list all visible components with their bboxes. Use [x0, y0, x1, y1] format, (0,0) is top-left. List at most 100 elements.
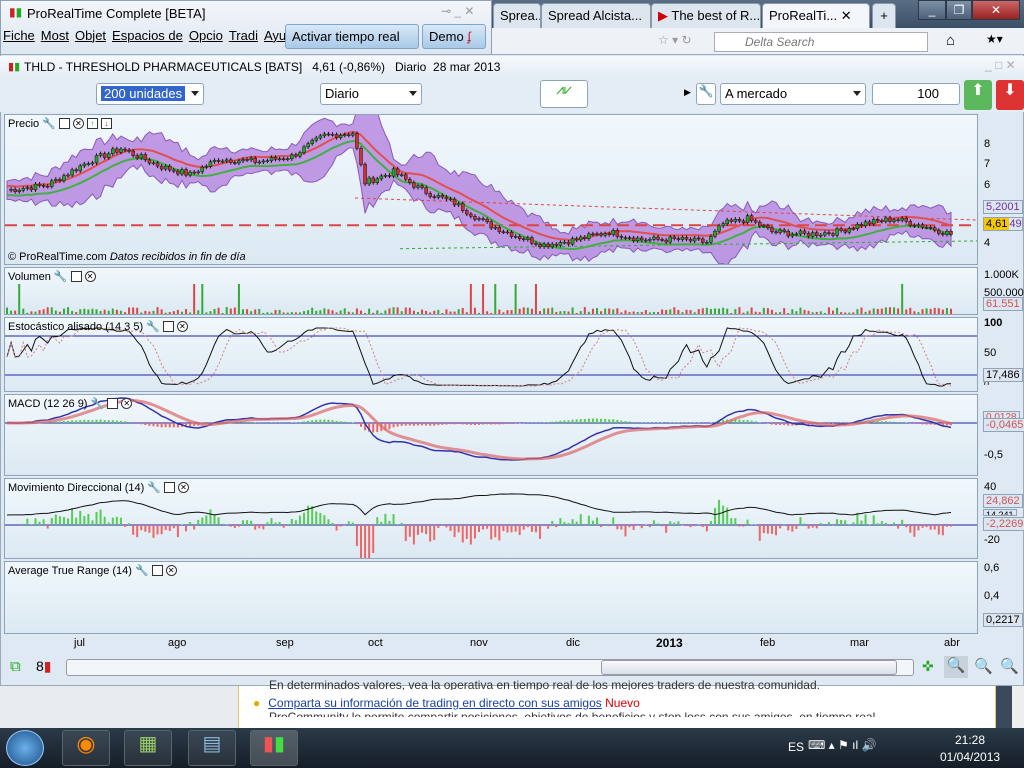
volume-panel[interactable]: Volumen 🔧 ✕: [4, 267, 978, 315]
sell-button[interactable]: ⬇: [996, 80, 1024, 110]
volume-bar: [124, 312, 126, 314]
start-button[interactable]: [6, 730, 44, 766]
zoom-out-icon[interactable]: 🔍: [974, 657, 993, 675]
timeframe-select[interactable]: Diario: [320, 83, 422, 105]
maximize-button[interactable]: ❐: [946, 0, 972, 20]
close-icon[interactable]: ✕: [72, 118, 84, 129]
volume-bar: [364, 312, 367, 314]
buy-button[interactable]: ⬆: [964, 80, 992, 110]
firefox-taskbar-icon[interactable]: ◉: [62, 730, 110, 766]
menu-fichero[interactable]: Fiche: [0, 24, 38, 47]
web-link[interactable]: Comparta su información de trading en di…: [268, 696, 602, 710]
wrench-icon[interactable]: 🔧: [135, 564, 149, 577]
menu-trading[interactable]: Tradi: [226, 24, 261, 47]
candle: [253, 157, 257, 163]
close-icon[interactable]: ✕: [176, 321, 188, 332]
dmi-panel[interactable]: Movimiento Direccional (14) 🔧 ✕: [4, 478, 978, 559]
candle: [819, 234, 823, 237]
volume-bar: [608, 308, 611, 314]
candle: [941, 233, 945, 235]
horizontal-scrollbar[interactable]: [66, 659, 914, 676]
close-icon[interactable]: ✕: [84, 271, 96, 282]
arrow-up-icon[interactable]: ↑: [86, 118, 98, 129]
zoom-in-icon[interactable]: 🔍: [1000, 657, 1019, 675]
candle: [94, 155, 99, 164]
wrench-icon[interactable]: 🔧: [146, 320, 160, 333]
window-icon[interactable]: [70, 271, 82, 282]
volume-bar: [457, 309, 460, 314]
language-indicator[interactable]: ES: [788, 740, 804, 754]
window-icon[interactable]: [162, 321, 174, 332]
wrench-icon[interactable]: 🔧: [54, 270, 68, 283]
close-icon[interactable]: ✕: [178, 482, 190, 493]
dmi-bar: [404, 525, 407, 542]
menu-mostrar[interactable]: Most: [38, 24, 72, 47]
bookmark-star-icon[interactable]: ☆ ▾ ↻: [658, 33, 692, 47]
prorealtime-taskbar-icon[interactable]: ▮▮: [250, 730, 298, 766]
dmi-bar: [897, 525, 900, 529]
wrench-icon[interactable]: 🔧: [147, 481, 161, 494]
units-select[interactable]: 200 unidades: [96, 83, 204, 105]
dmi-bar: [380, 521, 383, 525]
candle: [863, 221, 868, 226]
macd-panel[interactable]: MACD (12 26 9) 🔧 ✕: [4, 394, 978, 476]
order-type-select[interactable]: A mercado: [720, 83, 866, 105]
menu-opciones[interactable]: Opcio: [186, 24, 226, 47]
dmi-bar: [388, 520, 391, 525]
search-input[interactable]: Delta Search: [714, 32, 928, 52]
clock-date[interactable]: 01/04/2013: [940, 750, 1000, 764]
close-icon[interactable]: ✕: [121, 398, 133, 409]
browser-tab[interactable]: Sprea...: [493, 3, 541, 28]
new-tab-button[interactable]: +: [872, 3, 896, 28]
window-icon[interactable]: [164, 482, 176, 493]
browser-tab[interactable]: Spread Alcista...: [541, 3, 651, 28]
price-panel[interactable]: Precio 🔧 ✕ ↑ ↓ © ProRealTime.com Datos recib…: [4, 114, 978, 265]
tool-icon[interactable]: ✜: [922, 658, 934, 675]
window-icon[interactable]: [151, 565, 163, 576]
macd-histogram-bar: [559, 420, 562, 423]
volume-bar: [864, 311, 867, 314]
tray-icons[interactable]: ⌨ ▴ ⚑ ıl 🔊: [808, 738, 876, 752]
calculator-taskbar-icon[interactable]: ▤: [188, 730, 236, 766]
macd-histogram-bar: [457, 423, 460, 425]
expand-arrow-icon[interactable]: ▶: [684, 87, 691, 98]
panel-title: MACD (12 26 9): [8, 397, 88, 410]
browser-tab-active[interactable]: ProRealTi... ✕: [762, 3, 870, 28]
wrench-icon[interactable]: 🔧: [696, 83, 716, 105]
window-icon[interactable]: [58, 118, 70, 129]
dmi-bar: [819, 523, 822, 525]
minimize-button[interactable]: _: [918, 0, 946, 20]
chart-window-controls[interactable]: _ □ ✕: [985, 58, 1016, 72]
indicators-button[interactable]: ⩘⩗: [540, 80, 588, 108]
atr-panel[interactable]: Average True Range (14) 🔧 ✕: [4, 561, 978, 634]
quantity-stepper[interactable]: 100: [872, 83, 960, 105]
draw-tool-icon[interactable]: ⧉: [10, 658, 21, 675]
zoom-fit-icon[interactable]: 🔍: [944, 656, 968, 678]
activate-realtime-button[interactable]: Activar tiempo real: [285, 24, 419, 49]
close-icon[interactable]: ✕: [841, 8, 852, 23]
candle: [229, 159, 233, 163]
wrench-icon[interactable]: 🔧: [90, 397, 104, 410]
window-controls[interactable]: ⊸ _ ✕: [441, 4, 474, 18]
calc-sheet-taskbar-icon[interactable]: ▦: [124, 730, 172, 766]
macd-histogram-bar: [331, 420, 334, 423]
window-icon[interactable]: [107, 398, 119, 409]
home-icon[interactable]: ⌂: [946, 32, 955, 49]
wrench-icon[interactable]: 🔧: [42, 117, 56, 130]
browser-tab[interactable]: ▶ The best of R...: [651, 3, 761, 28]
scrollbar-thumb[interactable]: [601, 660, 897, 675]
tick: -0,5: [984, 449, 1003, 461]
close-icon[interactable]: ✕: [165, 565, 177, 576]
menu-objetos[interactable]: Objet: [72, 24, 109, 47]
arrow-down-icon[interactable]: ↓: [100, 118, 112, 129]
clock-time[interactable]: 21:28: [955, 733, 985, 747]
bookmarks-icon[interactable]: ★▾: [986, 32, 1003, 46]
stochastic-panel[interactable]: Estocástico alisado (14 3 5) 🔧 ✕: [4, 317, 978, 392]
menu-espacios[interactable]: Espacios de: [109, 24, 186, 47]
close-button[interactable]: ✕: [972, 0, 1020, 20]
page-scrollbar[interactable]: [1012, 686, 1024, 728]
candle: [660, 239, 664, 241]
chart-type-icon[interactable]: 8▮: [36, 658, 52, 675]
demo-button[interactable]: Demo ʄ: [422, 24, 486, 49]
candle: [314, 137, 318, 141]
